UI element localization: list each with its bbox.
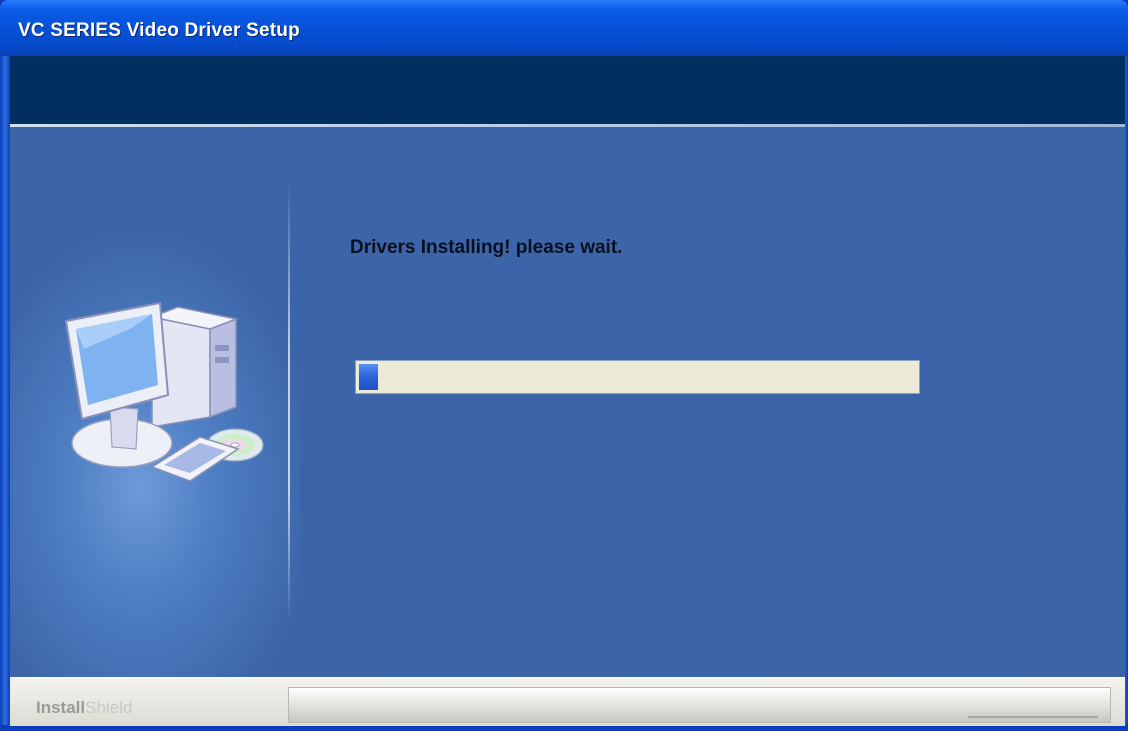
install-progress-bar xyxy=(355,360,920,394)
panel-divider xyxy=(288,182,290,622)
main-panel: Drivers Installing! please wait. xyxy=(10,127,1125,677)
progress-bar-fill xyxy=(359,364,379,390)
footer-bar: InstallShield xyxy=(10,677,1125,726)
footer-etched-line xyxy=(968,716,1098,718)
installshield-logo: InstallShield xyxy=(36,698,133,717)
window-title: VC SERIES Video Driver Setup xyxy=(18,20,300,41)
install-status-text: Drivers Installing! please wait. xyxy=(350,237,623,258)
window-frame-left xyxy=(0,56,10,731)
setup-window: VC SERIES Video Driver Setup Drivers Ins… xyxy=(0,0,1128,731)
title-bar[interactable]: VC SERIES Video Driver Setup xyxy=(0,0,1128,56)
footer-panel xyxy=(288,687,1111,723)
computer-with-cd-icon xyxy=(64,301,264,482)
header-band xyxy=(10,56,1125,124)
